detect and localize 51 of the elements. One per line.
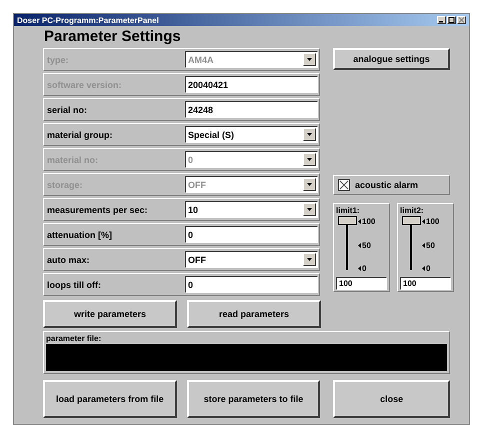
parameter-label: attenuation [%]: [46, 230, 113, 240]
checkbox-label: acoustic alarm: [355, 180, 418, 190]
dropdown[interactable]: OFF: [185, 251, 318, 268]
panel-heading: Parameter Settings: [44, 28, 182, 46]
maximize-button[interactable]: [447, 16, 456, 24]
tick-label: 50: [362, 240, 371, 250]
maximize-icon: [448, 17, 455, 23]
dropdown-arrow-icon: [307, 133, 312, 136]
parameter-label: material group:: [46, 130, 114, 140]
dropdown[interactable]: Special (S): [185, 126, 318, 143]
action-button[interactable]: store parameters to file: [186, 380, 320, 418]
window-title: Doser PC-Programm:ParameterPanel: [17, 16, 159, 24]
input-field[interactable]: 24248: [185, 101, 318, 118]
action-button[interactable]: close: [333, 380, 450, 418]
dropdown[interactable]: 10: [185, 201, 318, 218]
parameter-file-field[interactable]: [46, 344, 447, 371]
close-icon: [458, 17, 465, 23]
action-button[interactable]: load parameters from file: [43, 380, 177, 418]
parameter-file-label: parameter file:: [46, 333, 102, 344]
minimize-button[interactable]: [437, 16, 446, 24]
tick-marker-icon: [422, 266, 425, 271]
input-field[interactable]: 0: [185, 226, 318, 243]
dropdown-arrow-icon: [307, 258, 312, 261]
tick-marker-icon: [358, 242, 361, 248]
tick-label: 50: [426, 240, 435, 250]
parameter-label: serial no:: [46, 104, 88, 114]
dropdown-arrow-icon: [307, 58, 312, 61]
limit-label: limit2:: [400, 206, 425, 216]
action-button[interactable]: write parameters: [43, 300, 177, 328]
close-button[interactable]: [457, 16, 466, 24]
tick-label: 100: [362, 217, 376, 226]
parameter-label: loops till off:: [46, 280, 102, 290]
dropdown-arrow-icon: [307, 158, 312, 161]
limit-input[interactable]: 100: [400, 277, 451, 290]
parameter-label: auto max:: [46, 254, 91, 264]
tick-label: 100: [426, 217, 440, 226]
slider-thumb[interactable]: [402, 216, 421, 225]
dropdown-arrow-icon: [307, 208, 312, 211]
tick-marker-icon: [422, 242, 425, 248]
tick-marker-icon: [358, 266, 361, 271]
checkbox[interactable]: [338, 179, 350, 191]
action-button[interactable]: read parameters: [187, 300, 321, 328]
input-field[interactable]: 0: [185, 276, 318, 293]
limit-label: limit1:: [336, 206, 361, 216]
tick-label: 0: [362, 264, 366, 273]
analogue-settings-button[interactable]: analogue settings: [333, 48, 450, 70]
tick-label: 0: [426, 264, 430, 273]
parameter-label: measurements per sec:: [46, 204, 149, 214]
limit-input[interactable]: 100: [336, 277, 387, 290]
dropdown-arrow-icon: [307, 183, 312, 186]
slider-thumb[interactable]: [338, 216, 357, 225]
